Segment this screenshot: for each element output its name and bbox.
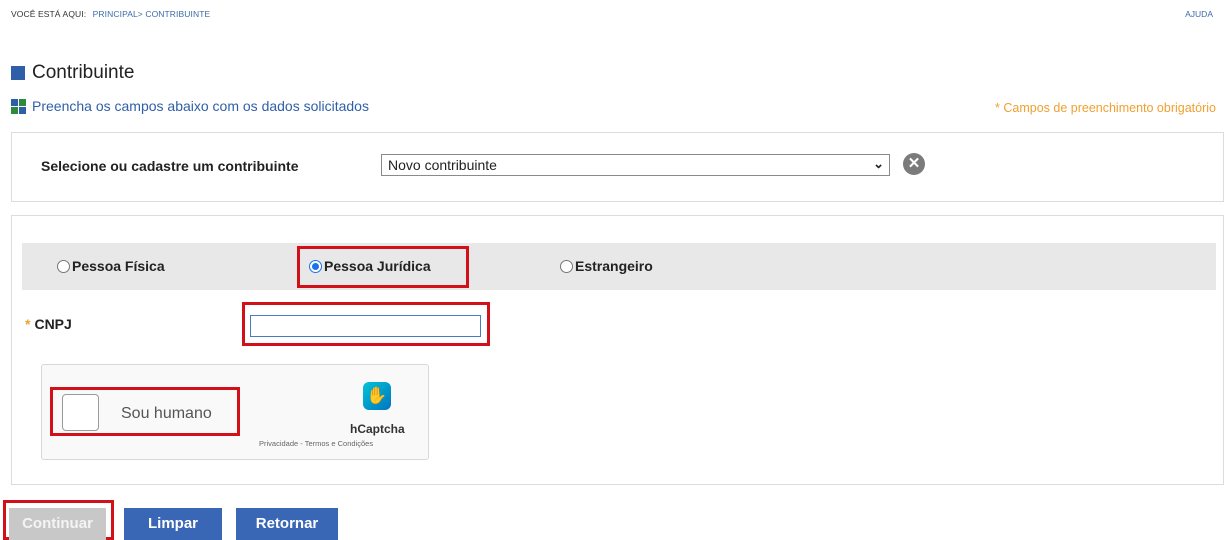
- highlight-box: [297, 246, 469, 288]
- title-square-icon: [11, 66, 25, 80]
- radio-label: Estrangeiro: [575, 258, 653, 274]
- chevron-down-icon: ⌄: [873, 156, 884, 171]
- radio-estrangeiro[interactable]: Estrangeiro: [560, 258, 653, 274]
- radio-icon[interactable]: [57, 259, 70, 273]
- required-asterisk-icon: *: [25, 316, 31, 332]
- required-note: * Campos de preenchimento obrigatório: [995, 101, 1216, 115]
- instructions-text: Preencha os campos abaixo com os dados s…: [32, 98, 369, 114]
- radio-icon[interactable]: [560, 259, 573, 273]
- taxpayer-form-panel: Pessoa Física Pessoa Jurídica Estrangeir…: [11, 215, 1224, 485]
- breadcrumb-prefix: VOCÊ ESTÁ AQUI:: [11, 9, 87, 19]
- cnpj-label: * CNPJ: [25, 316, 72, 332]
- radio-label: Pessoa Física: [72, 258, 165, 274]
- hcaptcha-brand: hCaptcha: [350, 422, 405, 436]
- grid-icon: [11, 98, 26, 114]
- close-circle-icon[interactable]: ✕: [903, 153, 925, 175]
- clear-button[interactable]: Limpar: [124, 508, 222, 540]
- highlight-box: [242, 302, 490, 346]
- page-title-text: Contribuinte: [32, 62, 135, 83]
- instructions: Preencha os campos abaixo com os dados s…: [11, 98, 369, 114]
- radio-pessoa-fisica[interactable]: Pessoa Física: [57, 258, 165, 274]
- return-button[interactable]: Retornar: [236, 508, 338, 540]
- help-link[interactable]: AJUDA: [1185, 9, 1213, 19]
- continue-button[interactable]: Continuar: [9, 508, 106, 540]
- taxpayer-select-label: Selecione ou cadastre um contribuinte: [41, 158, 299, 174]
- taxpayer-select-value: Novo contribuinte: [388, 157, 497, 173]
- hcaptcha-hand-icon: ✋: [363, 382, 391, 410]
- breadcrumb-path[interactable]: PRINCIPAL> CONTRIBUINTE: [93, 9, 211, 19]
- cnpj-label-text: CNPJ: [34, 316, 72, 332]
- highlight-box: [50, 387, 240, 436]
- taxpayer-select[interactable]: Novo contribuinte ⌄: [381, 154, 890, 176]
- taxpayer-select-panel: Selecione ou cadastre um contribuinte No…: [11, 132, 1224, 202]
- person-type-bar: Pessoa Física Pessoa Jurídica Estrangeir…: [22, 243, 1216, 290]
- page-title: Contribuinte: [11, 62, 134, 84]
- hcaptcha-links[interactable]: Privacidade - Termos e Condições: [259, 439, 373, 448]
- breadcrumb: VOCÊ ESTÁ AQUI: PRINCIPAL> CONTRIBUINTE: [11, 9, 210, 19]
